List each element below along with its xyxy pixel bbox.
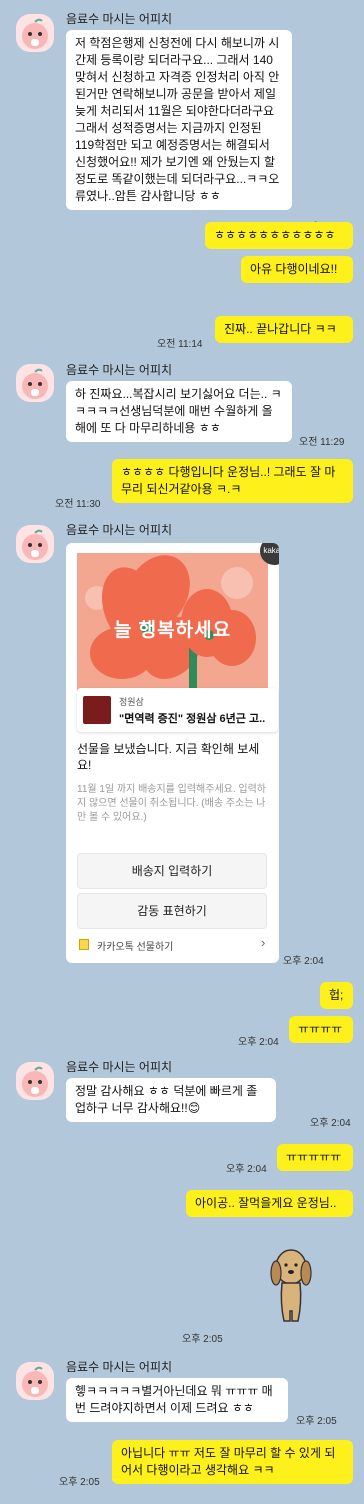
message-bubble[interactable]: ㅠㅠㅠㅠㅠ bbox=[277, 1144, 353, 1171]
message-time: 오전 11:14 bbox=[157, 339, 203, 350]
message-time: 오후 2:05 bbox=[296, 1416, 337, 1427]
avatar[interactable] bbox=[16, 1362, 54, 1400]
product-name: "면역력 증진" 정원삼 6년근 고.. bbox=[119, 713, 266, 725]
avatar[interactable] bbox=[16, 525, 54, 563]
thanks-button[interactable]: 감동 표현하기 bbox=[77, 893, 267, 929]
gift-banner: 늘 행복하세요 bbox=[77, 553, 268, 696]
message-bubble[interactable]: 헙; bbox=[320, 982, 353, 1009]
gift-note: 11월 1일 까지 배송지를 입력해주세요. 입력하지 않으면 선물이 취소됩니… bbox=[77, 784, 267, 823]
message-time: 오전 11:29 bbox=[299, 437, 345, 448]
avatar[interactable] bbox=[16, 14, 54, 52]
product-thumbnail bbox=[83, 696, 111, 724]
message-time: 오후 2:04 bbox=[283, 956, 324, 967]
message-bubble[interactable]: 아닙니다 ㅠㅠ 저도 잘 마무리 할 수 있게 되어서 다행이라고 생각해요 ㅋ… bbox=[112, 1440, 353, 1484]
dog-sticker[interactable] bbox=[268, 1245, 314, 1325]
message-bubble[interactable]: 하 진짜요...복잡시리 보기싫어요 더는.. ㅋㅋㅋㅋㅋ선생님덕분에 매번 수… bbox=[66, 381, 292, 442]
message-bubble[interactable]: 저 학점은행제 신청전에 다시 해보니까 시간제 등록이랑 되더라구요... 그… bbox=[66, 30, 292, 210]
sender-name: 음료수 마시는 어피치 bbox=[66, 523, 173, 537]
message-time: 오전 11:30 bbox=[55, 499, 101, 510]
message-time: 오후 2:04 bbox=[226, 1164, 267, 1175]
peach-avatar-icon bbox=[22, 1366, 48, 1397]
message-bubble[interactable]: ㅎㅎㅎㅎㅎㅎㅎㅎㅎㅎㅎ bbox=[205, 222, 353, 249]
gift-footer[interactable]: 카카오톡 선물하기 › bbox=[77, 935, 272, 955]
peach-avatar-icon bbox=[22, 18, 48, 49]
product-brand: 정원삼 bbox=[119, 697, 144, 707]
dog-emoticon-icon bbox=[270, 1249, 312, 1322]
peach-avatar-icon bbox=[22, 1066, 48, 1097]
sender-name: 음료수 마시는 어피치 bbox=[66, 363, 173, 377]
sender-name: 음료수 마시는 어피치 bbox=[66, 12, 173, 26]
gift-title: 선물을 보냈습니다. 지금 확인해 보세요! bbox=[77, 742, 260, 772]
message-time: 오후 2:05 bbox=[59, 1477, 100, 1488]
message-bubble[interactable]: 헿ㅋㅋㅋㅋㅋ별거아닌데요 뭐 ㅠㅠㅠ 매번 드려야지하면서 이제 드려요 ㅎㅎ bbox=[66, 1378, 288, 1422]
message-bubble[interactable]: 정말 감사해요 ㅎㅎ 덕분에 빠르게 졸업하구 너무 감사해요!!😊 bbox=[66, 1078, 276, 1122]
message-bubble[interactable]: 아유 다행이네요!! bbox=[241, 256, 353, 283]
sender-name: 음료수 마시는 어피치 bbox=[66, 1060, 173, 1074]
gift-box-icon bbox=[79, 939, 89, 950]
chevron-right-icon: › bbox=[261, 935, 266, 950]
message-bubble[interactable]: 아이공.. 잘먹을게요 운정님.. bbox=[186, 1190, 353, 1217]
avatar[interactable] bbox=[16, 364, 54, 402]
message-time: 오후 2:04 bbox=[238, 1037, 279, 1048]
message-bubble[interactable]: ㅠㅠㅠㅠ bbox=[289, 1016, 353, 1043]
peach-avatar-icon bbox=[22, 529, 48, 560]
product-row[interactable]: 정원삼 "면역력 증진" 정원삼 6년근 고.. bbox=[77, 688, 278, 732]
message-time: 오후 2:04 bbox=[310, 1118, 351, 1129]
address-button[interactable]: 배송지 입력하기 bbox=[77, 853, 267, 889]
message-time: 오후 2:05 bbox=[182, 1334, 223, 1345]
sender-name: 음료수 마시는 어피치 bbox=[66, 1360, 173, 1374]
avatar[interactable] bbox=[16, 1062, 54, 1100]
message-bubble[interactable]: ㅎㅎㅎㅎ 다행입니다 운정님..! 그래도 잘 마무리 되신거같아용 ㅋ.ㅋ bbox=[112, 459, 353, 503]
peach-avatar-icon bbox=[22, 368, 48, 399]
message-bubble[interactable]: 진짜.. 끝나갑니다 ㅋㅋ bbox=[215, 316, 353, 343]
gift-card[interactable]: 늘 행복하세요 kakao 정원삼 "면역력 증진" 정원삼 6년근 고.. 선… bbox=[66, 543, 279, 963]
banner-text: 늘 행복하세요 bbox=[113, 620, 232, 641]
footer-label: 카카오톡 선물하기 bbox=[97, 942, 174, 953]
